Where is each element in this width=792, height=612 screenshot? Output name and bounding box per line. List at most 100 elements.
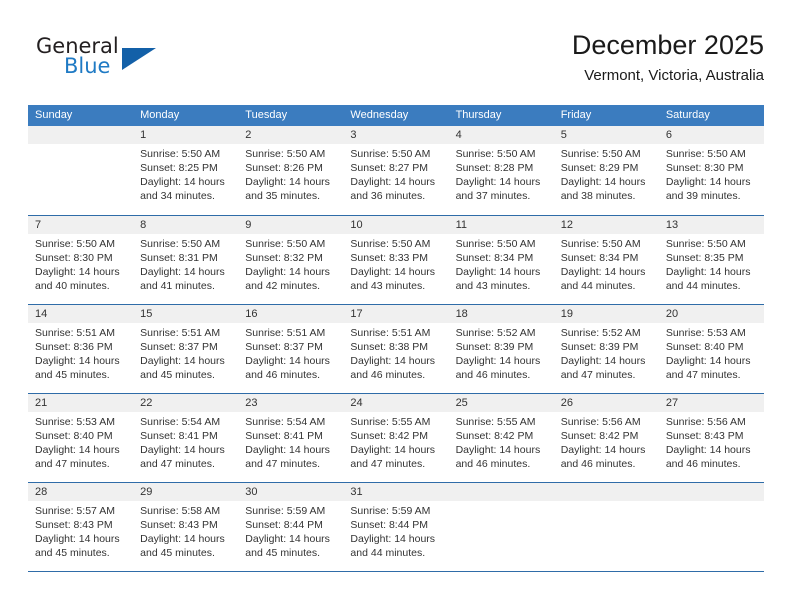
calendar-day-cell[interactable]: 11 Sunrise: 5:50 AM Sunset: 8:34 PM Dayligh…	[449, 216, 554, 304]
calendar-day-cell[interactable]: 8 Sunrise: 5:50 AM Sunset: 8:31 PM Daylight…	[133, 216, 238, 304]
calendar-day-cell[interactable]: 23 Sunrise: 5:54 AM Sunset: 8:41 PM Dayligh…	[238, 394, 343, 482]
calendar-day-cell[interactable]: 9 Sunrise: 5:50 AM Sunset: 8:32 PM Daylight…	[238, 216, 343, 304]
calendar-day-cell[interactable]: 10 Sunrise: 5:50 AM Sunset: 8:33 PM Dayligh…	[343, 216, 448, 304]
calendar-day-cell[interactable]: 2 Sunrise: 5:50 AM Sunset: 8:26 PM Daylight…	[238, 126, 343, 215]
day-details: Sunrise: 5:50 AM Sunset: 8:32 PM Daylight:…	[245, 237, 336, 293]
sunset-text: Sunset: 8:40 PM	[35, 430, 113, 442]
daylight-text-line1: Daylight: 14 hours	[245, 444, 330, 456]
calendar-day-cell[interactable]: 7 Sunrise: 5:50 AM Sunset: 8:30 PM Daylight…	[28, 216, 133, 304]
weekday-header-row: Sunday Monday Tuesday Wednesday Thursday Frid…	[28, 105, 764, 126]
day-number: 7	[35, 219, 42, 231]
daylight-text-line2: and 35 minutes.	[245, 190, 320, 202]
daylight-text-line2: and 46 minutes.	[350, 369, 426, 381]
day-number: 19	[560, 308, 573, 320]
daylight-text-line2: and 47 minutes.	[665, 369, 741, 381]
page-subtitle: Vermont, Victoria, Australia	[584, 67, 764, 84]
daylight-text-line1: Daylight: 14 hours	[35, 444, 120, 456]
daylight-text-line2: and 46 minutes.	[665, 458, 741, 470]
daylight-text-line1: Daylight: 14 hours	[245, 533, 330, 545]
calendar-day-cell-empty	[554, 483, 659, 571]
calendar-day-cell[interactable]: 15 Sunrise: 5:51 AM Sunset: 8:37 PM Dayligh…	[133, 305, 238, 393]
day-details: Sunrise: 5:55 AM Sunset: 8:42 PM Daylight:…	[350, 415, 441, 471]
sunrise-text: Sunrise: 5:54 AM	[245, 416, 326, 428]
day-details: Sunrise: 5:51 AM Sunset: 8:36 PM Daylight:…	[35, 326, 126, 382]
calendar-day-cell[interactable]: 14 Sunrise: 5:51 AM Sunset: 8:36 PM Dayligh…	[28, 305, 133, 393]
sunrise-text: Sunrise: 5:56 AM	[560, 416, 641, 428]
daylight-text-line1: Daylight: 14 hours	[350, 176, 436, 188]
sunset-text: Sunset: 8:35 PM	[665, 252, 744, 264]
daylight-text-line1: Daylight: 14 hours	[140, 176, 225, 188]
day-details: Sunrise: 5:55 AM Sunset: 8:42 PM Daylight:…	[456, 415, 547, 471]
day-details: Sunrise: 5:51 AM Sunset: 8:38 PM Daylight:…	[350, 326, 441, 382]
calendar-grid: Sunday Monday Tuesday Wednesday Thursday Frid…	[28, 105, 764, 572]
sunset-text: Sunset: 8:25 PM	[140, 162, 218, 174]
calendar-day-cell[interactable]: 19 Sunrise: 5:52 AM Sunset: 8:39 PM Dayligh…	[554, 305, 659, 393]
sunrise-text: Sunrise: 5:54 AM	[140, 416, 221, 428]
day-details: Sunrise: 5:52 AM Sunset: 8:39 PM Daylight:…	[561, 326, 652, 382]
calendar-day-cell[interactable]: 3 Sunrise: 5:50 AM Sunset: 8:27 PM Daylight…	[343, 126, 448, 215]
daylight-text-line1: Daylight: 14 hours	[35, 533, 120, 545]
calendar-day-cell[interactable]: 30 Sunrise: 5:59 AM Sunset: 8:44 PM Dayligh…	[238, 483, 343, 571]
calendar-day-cell[interactable]: 18 Sunrise: 5:52 AM Sunset: 8:39 PM Dayligh…	[449, 305, 554, 393]
sunrise-text: Sunrise: 5:50 AM	[350, 238, 431, 250]
calendar-day-cell[interactable]: 27 Sunrise: 5:56 AM Sunset: 8:43 PM Dayligh…	[659, 394, 764, 482]
weekday-header-thursday: Thursday	[455, 109, 502, 121]
daylight-text-line2: and 47 minutes.	[35, 458, 110, 470]
day-number: 12	[560, 219, 573, 231]
calendar-day-cell[interactable]: 5 Sunrise: 5:50 AM Sunset: 8:29 PM Daylight…	[554, 126, 659, 215]
calendar-day-cell[interactable]: 31 Sunrise: 5:59 AM Sunset: 8:44 PM Dayligh…	[343, 483, 448, 571]
sunrise-text: Sunrise: 5:50 AM	[560, 148, 641, 160]
day-details: Sunrise: 5:50 AM Sunset: 8:29 PM Daylight:…	[561, 147, 652, 203]
calendar-day-cell[interactable]: 26 Sunrise: 5:56 AM Sunset: 8:42 PM Dayligh…	[554, 394, 659, 482]
day-details: Sunrise: 5:51 AM Sunset: 8:37 PM Daylight:…	[245, 326, 336, 382]
day-number: 22	[140, 397, 153, 409]
calendar-day-cell[interactable]: 1 Sunrise: 5:50 AM Sunset: 8:25 PM Daylight…	[133, 126, 238, 215]
day-number: 30	[245, 486, 258, 498]
daylight-text-line1: Daylight: 14 hours	[350, 533, 436, 545]
daylight-text-line2: and 39 minutes.	[665, 190, 741, 202]
page-header: General Blue December 2025 Vermont, Vict…	[28, 28, 764, 98]
calendar-day-cell[interactable]: 24 Sunrise: 5:55 AM Sunset: 8:42 PM Dayligh…	[343, 394, 448, 482]
daylight-text-line2: and 37 minutes.	[455, 190, 531, 202]
day-details: Sunrise: 5:50 AM Sunset: 8:34 PM Daylight:…	[456, 237, 547, 293]
day-number: 26	[560, 397, 573, 409]
calendar-day-cell-empty	[28, 126, 133, 215]
general-blue-logo[interactable]: General Blue	[28, 34, 288, 90]
sunset-text: Sunset: 8:39 PM	[560, 341, 639, 353]
daylight-text-line1: Daylight: 14 hours	[665, 176, 751, 188]
day-number: 17	[350, 308, 363, 320]
day-details: Sunrise: 5:50 AM Sunset: 8:26 PM Daylight:…	[245, 147, 336, 203]
calendar-day-cell[interactable]: 21 Sunrise: 5:53 AM Sunset: 8:40 PM Dayligh…	[28, 394, 133, 482]
calendar-week-row: 1 Sunrise: 5:50 AM Sunset: 8:25 PM Daylight…	[28, 126, 764, 215]
calendar-day-cell[interactable]: 17 Sunrise: 5:51 AM Sunset: 8:38 PM Dayligh…	[343, 305, 448, 393]
weekday-header-tuesday: Tuesday	[245, 109, 288, 121]
day-details: Sunrise: 5:51 AM Sunset: 8:37 PM Daylight:…	[140, 326, 231, 382]
daylight-text-line2: and 38 minutes.	[560, 190, 636, 202]
logo-triangle-icon	[122, 48, 156, 70]
calendar-day-cell[interactable]: 16 Sunrise: 5:51 AM Sunset: 8:37 PM Dayligh…	[238, 305, 343, 393]
calendar-day-cell[interactable]: 4 Sunrise: 5:50 AM Sunset: 8:28 PM Daylight…	[449, 126, 554, 215]
daylight-text-line2: and 45 minutes.	[35, 369, 110, 381]
day-details: Sunrise: 5:56 AM Sunset: 8:43 PM Daylight:…	[666, 415, 757, 471]
daylight-text-line2: and 46 minutes.	[245, 369, 320, 381]
weekday-header-sunday: Sunday	[35, 109, 73, 121]
day-number: 25	[455, 397, 468, 409]
calendar-day-cell[interactable]: 13 Sunrise: 5:50 AM Sunset: 8:35 PM Dayligh…	[659, 216, 764, 304]
daylight-text-line2: and 43 minutes.	[455, 280, 531, 292]
daylight-text-line2: and 46 minutes.	[455, 458, 531, 470]
weekday-header-saturday: Saturday	[665, 109, 710, 121]
calendar-day-cell[interactable]: 12 Sunrise: 5:50 AM Sunset: 8:34 PM Dayligh…	[554, 216, 659, 304]
day-details: Sunrise: 5:59 AM Sunset: 8:44 PM Daylight:…	[350, 504, 441, 560]
calendar-day-cell[interactable]: 28 Sunrise: 5:57 AM Sunset: 8:43 PM Dayligh…	[28, 483, 133, 571]
sunset-text: Sunset: 8:29 PM	[560, 162, 639, 174]
day-number: 20	[665, 308, 679, 320]
calendar-day-cell[interactable]: 20 Sunrise: 5:53 AM Sunset: 8:40 PM Dayligh…	[659, 305, 764, 393]
calendar-week-row: 28 Sunrise: 5:57 AM Sunset: 8:43 PM Dayligh…	[28, 482, 764, 571]
calendar-day-cell[interactable]: 29 Sunrise: 5:58 AM Sunset: 8:43 PM Dayligh…	[133, 483, 238, 571]
calendar-day-cell[interactable]: 6 Sunrise: 5:50 AM Sunset: 8:30 PM Daylight…	[659, 126, 764, 215]
calendar-day-cell[interactable]: 25 Sunrise: 5:55 AM Sunset: 8:42 PM Dayligh…	[449, 394, 554, 482]
weekday-header-monday: Monday	[140, 109, 180, 121]
calendar-day-cell[interactable]: 22 Sunrise: 5:54 AM Sunset: 8:41 PM Dayligh…	[133, 394, 238, 482]
day-details: Sunrise: 5:56 AM Sunset: 8:42 PM Daylight:…	[561, 415, 652, 471]
sunset-text: Sunset: 8:42 PM	[455, 430, 534, 442]
